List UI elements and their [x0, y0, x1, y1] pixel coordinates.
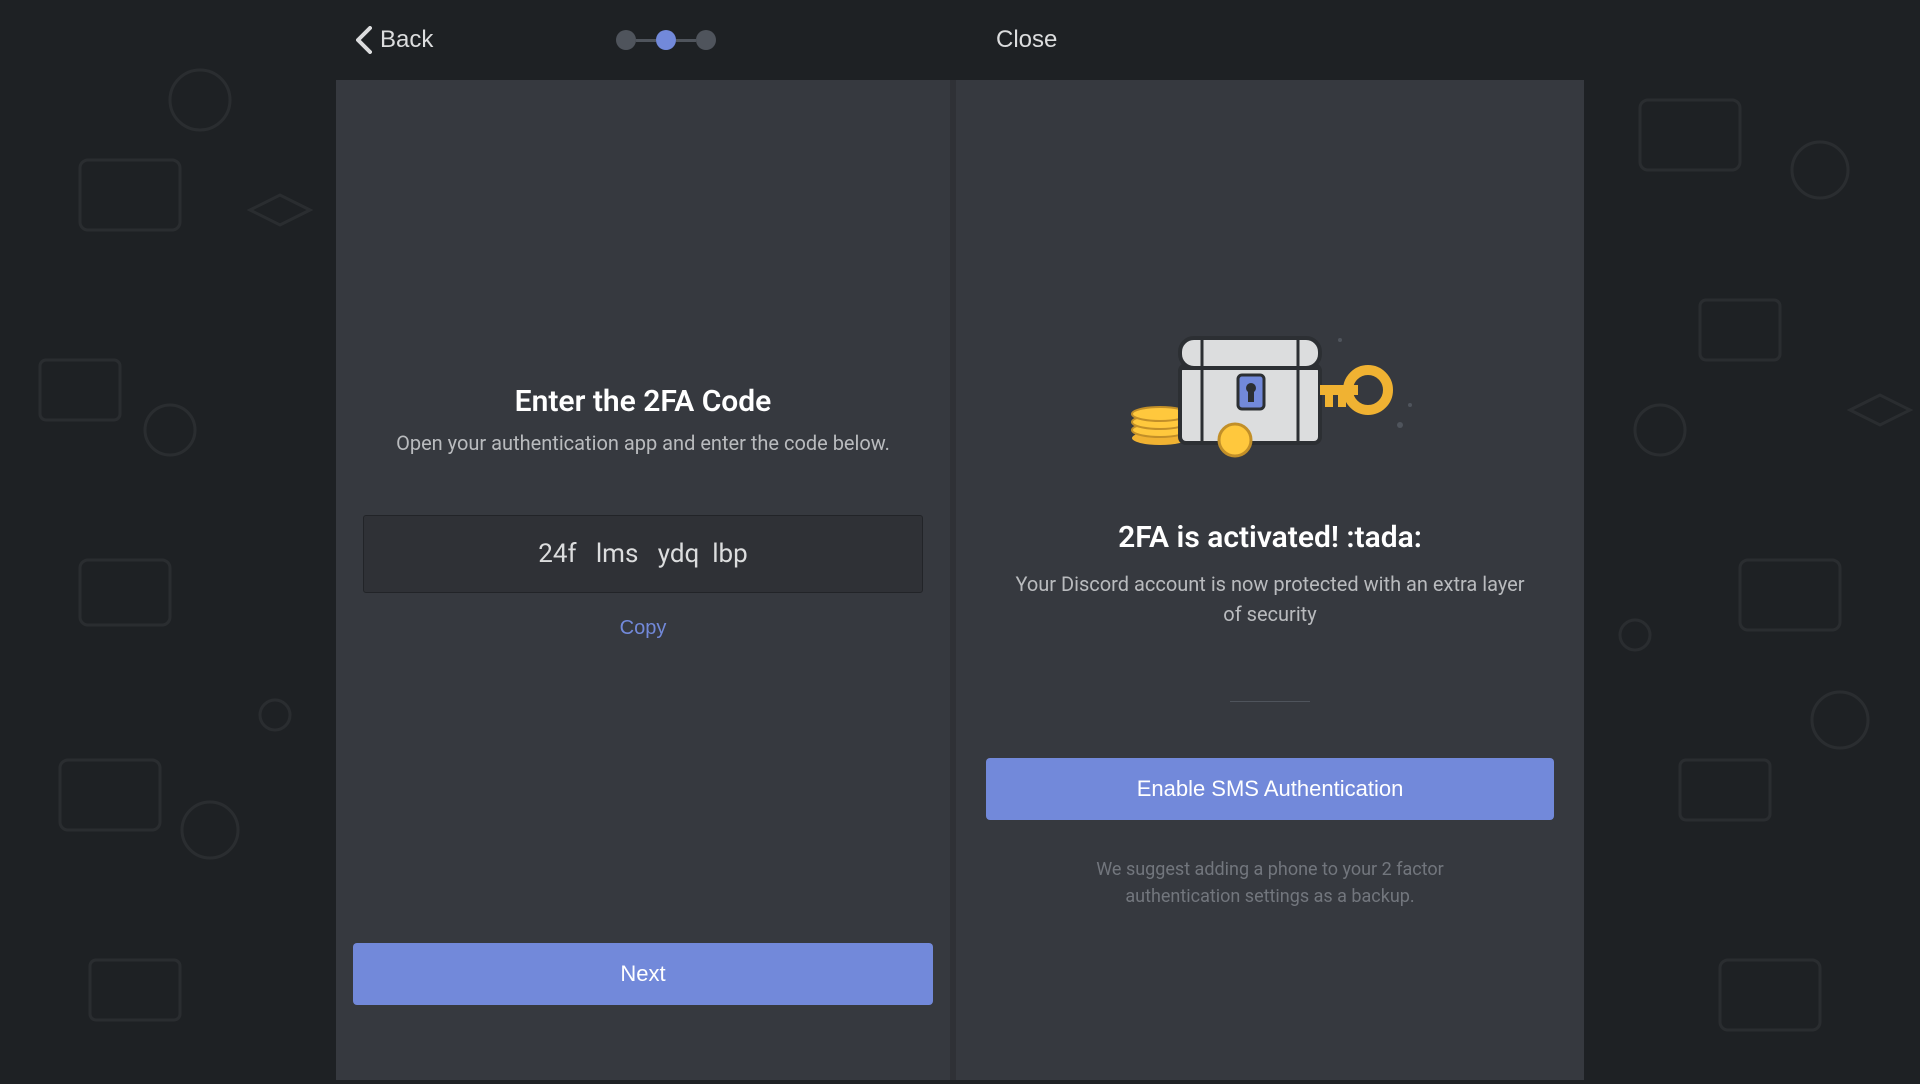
step-connector [676, 39, 696, 42]
chevron-left-icon [356, 26, 372, 54]
close-button[interactable]: Close [996, 26, 1057, 54]
treasure-chest-icon [1120, 320, 1420, 460]
right-panel: 2FA is activated! :tada: Your Discord ac… [956, 80, 1584, 1080]
back-label: Back [380, 26, 433, 54]
next-button[interactable]: Next [353, 943, 933, 1005]
step-indicator [616, 30, 716, 50]
enable-sms-button[interactable]: Enable SMS Authentication [986, 758, 1554, 820]
left-content: Enter the 2FA Code Open your authenticat… [366, 80, 920, 943]
activated-title: 2FA is activated! :tada: [1118, 520, 1422, 555]
back-button[interactable]: Back [356, 26, 433, 54]
enter-code-title: Enter the 2FA Code [515, 384, 772, 419]
step-dot-2 [656, 30, 676, 50]
modal-header: Back Close [336, 0, 1584, 80]
divider [1230, 701, 1310, 702]
copy-button[interactable]: Copy [620, 617, 667, 640]
step-dot-1 [616, 30, 636, 50]
sms-hint: We suggest adding a phone to your 2 fact… [1050, 856, 1490, 910]
enter-code-subtitle: Open your authentication app and enter t… [396, 431, 890, 455]
right-content: 2FA is activated! :tada: Your Discord ac… [982, 80, 1558, 910]
activated-subtitle: Your Discord account is now protected wi… [1010, 569, 1530, 629]
left-panel: Enter the 2FA Code Open your authenticat… [336, 80, 956, 1080]
modal-container: Back Close Enter the 2FA Code Open your … [336, 0, 1584, 1080]
panels: Enter the 2FA Code Open your authenticat… [336, 80, 1584, 1080]
step-dot-3 [696, 30, 716, 50]
step-connector [636, 39, 656, 42]
code-input[interactable] [363, 515, 923, 593]
